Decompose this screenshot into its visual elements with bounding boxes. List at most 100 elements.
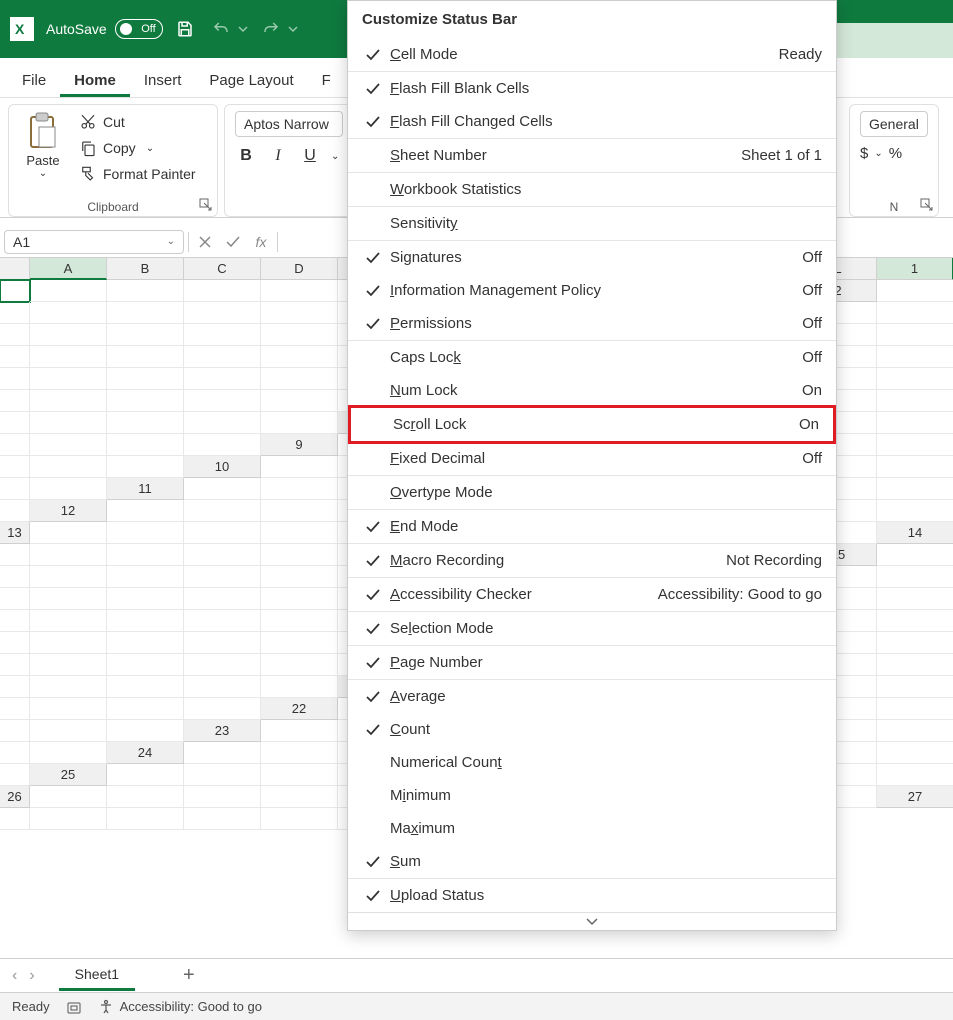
row-header[interactable]: 14 [877, 522, 953, 544]
cell[interactable] [877, 324, 953, 346]
menu-item[interactable]: Numerical Count [348, 746, 836, 779]
cell[interactable] [0, 456, 30, 478]
cell[interactable] [877, 346, 953, 368]
cell[interactable] [184, 654, 261, 676]
cell[interactable] [30, 412, 107, 434]
cell[interactable] [261, 302, 338, 324]
cell[interactable] [261, 786, 338, 808]
cell[interactable] [107, 456, 184, 478]
copy-button[interactable]: Copy ⌄ [75, 137, 200, 159]
cell[interactable] [30, 610, 107, 632]
cell[interactable] [184, 786, 261, 808]
cell[interactable] [184, 698, 261, 720]
cell[interactable] [30, 368, 107, 390]
macro-record-icon[interactable] [66, 999, 82, 1015]
cell[interactable] [877, 764, 953, 786]
autosave-toggle[interactable]: Off [115, 19, 163, 39]
cell[interactable] [30, 456, 107, 478]
cell[interactable] [30, 478, 107, 500]
cell[interactable] [30, 742, 107, 764]
bold-button[interactable]: B [235, 145, 257, 167]
number-launcher[interactable] [920, 198, 934, 212]
cell[interactable] [877, 368, 953, 390]
cell[interactable] [877, 390, 953, 412]
cell[interactable] [30, 302, 107, 324]
number-format-selector[interactable]: General [860, 111, 928, 137]
cell[interactable] [107, 390, 184, 412]
cell[interactable] [107, 522, 184, 544]
cell[interactable] [261, 500, 338, 522]
cell[interactable] [0, 324, 30, 346]
cell[interactable] [0, 280, 30, 302]
menu-item[interactable]: Macro RecordingNot Recording [348, 544, 836, 578]
tab-insert[interactable]: Insert [130, 64, 196, 97]
cell[interactable] [107, 588, 184, 610]
cell[interactable] [877, 478, 953, 500]
cell[interactable] [107, 654, 184, 676]
cell[interactable] [877, 500, 953, 522]
format-painter-button[interactable]: Format Painter [75, 163, 200, 185]
redo-button[interactable] [257, 15, 285, 43]
cell[interactable] [107, 346, 184, 368]
row-header[interactable]: 12 [30, 500, 107, 522]
save-button[interactable] [171, 15, 199, 43]
cell[interactable] [0, 720, 30, 742]
cell[interactable] [107, 720, 184, 742]
cell[interactable] [30, 654, 107, 676]
menu-item[interactable]: Overtype Mode [348, 476, 836, 510]
row-header[interactable]: 24 [107, 742, 184, 764]
cell[interactable] [107, 324, 184, 346]
cell[interactable] [261, 764, 338, 786]
cell[interactable] [30, 588, 107, 610]
cell[interactable] [261, 368, 338, 390]
cell[interactable] [261, 478, 338, 500]
cell[interactable] [0, 434, 30, 456]
tab-file[interactable]: File [8, 64, 60, 97]
cell[interactable] [261, 324, 338, 346]
cell[interactable] [30, 390, 107, 412]
cell[interactable] [30, 808, 107, 830]
cell[interactable] [184, 390, 261, 412]
row-header[interactable]: 11 [107, 478, 184, 500]
cell[interactable] [30, 434, 107, 456]
row-header[interactable]: 10 [184, 456, 261, 478]
menu-item[interactable]: Minimum [348, 779, 836, 812]
cell[interactable] [184, 522, 261, 544]
cell[interactable] [0, 676, 30, 698]
cell[interactable] [184, 764, 261, 786]
cell[interactable] [107, 412, 184, 434]
italic-button[interactable]: I [267, 145, 289, 167]
cell[interactable] [0, 632, 30, 654]
menu-item[interactable]: Count [348, 713, 836, 746]
menu-item[interactable]: Upload Status [348, 879, 836, 912]
cell[interactable] [261, 566, 338, 588]
cell[interactable] [261, 544, 338, 566]
cell[interactable] [107, 632, 184, 654]
column-header[interactable]: A [30, 258, 107, 280]
menu-item[interactable]: Sum [348, 845, 836, 879]
sheet-tab-active[interactable]: Sheet1 [59, 960, 135, 991]
cell[interactable] [877, 566, 953, 588]
paste-button[interactable]: Paste ⌄ [19, 111, 67, 196]
cell[interactable] [0, 742, 30, 764]
cell[interactable] [0, 808, 30, 830]
cell[interactable] [184, 478, 261, 500]
cell[interactable] [30, 786, 107, 808]
cell[interactable] [261, 522, 338, 544]
cell[interactable] [184, 676, 261, 698]
font-name-selector[interactable]: Aptos Narrow [235, 111, 343, 137]
cell[interactable] [0, 368, 30, 390]
cell[interactable] [30, 632, 107, 654]
redo-dropdown[interactable] [287, 15, 299, 43]
cell[interactable] [30, 566, 107, 588]
percent-button[interactable]: % [889, 145, 902, 162]
menu-item[interactable]: Num LockOn [348, 374, 836, 407]
cell[interactable] [30, 544, 107, 566]
cell[interactable] [261, 808, 338, 830]
cell[interactable] [184, 808, 261, 830]
cell[interactable] [184, 434, 261, 456]
cell[interactable] [877, 456, 953, 478]
cell[interactable] [30, 522, 107, 544]
cell[interactable] [0, 500, 30, 522]
cell[interactable] [877, 698, 953, 720]
